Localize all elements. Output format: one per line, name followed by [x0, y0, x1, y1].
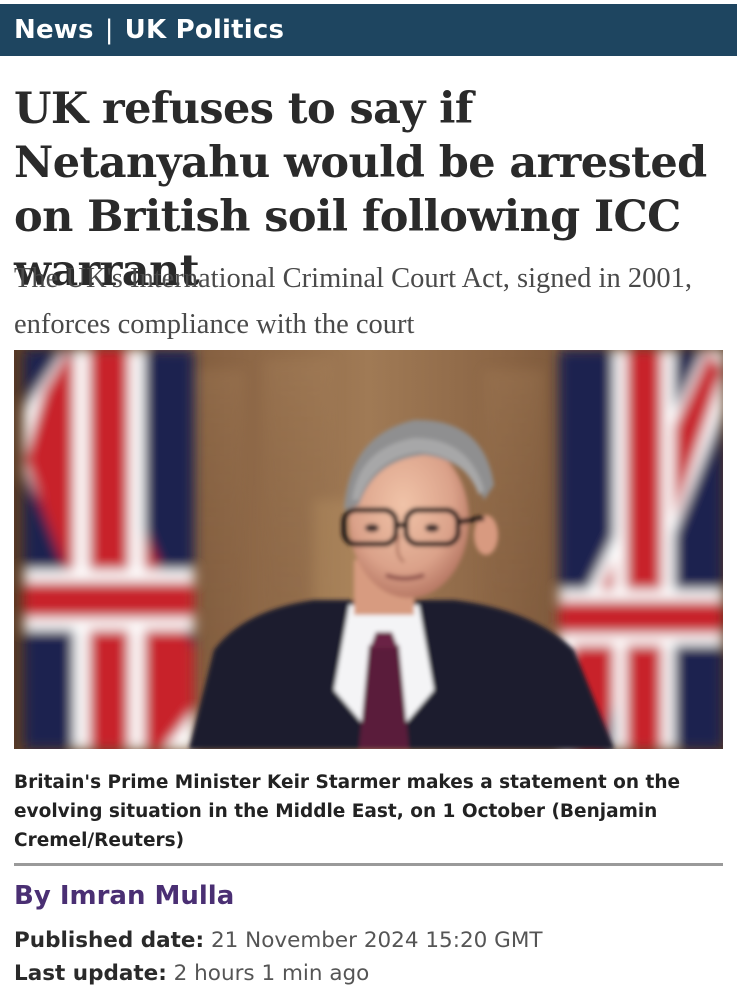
hero-photo-illustration	[14, 350, 723, 749]
article-hero-image	[14, 350, 723, 749]
last-update-value: 2 hours 1 min ago	[173, 961, 370, 986]
section-news-link[interactable]: News	[14, 15, 94, 45]
author-byline: By Imran Mulla	[14, 878, 234, 914]
section-uk-politics-link[interactable]: UK Politics	[125, 15, 284, 45]
last-update: Last update: 2 hours 1 min ago	[14, 958, 369, 990]
article-standfirst: The UK's International Criminal Court Ac…	[14, 263, 692, 340]
published-date-value: 21 November 2024 15:20 GMT	[210, 928, 543, 953]
byline-divider	[14, 863, 723, 866]
published-date: Published date: 21 November 2024 15:20 G…	[14, 925, 543, 957]
published-date-label: Published date:	[14, 928, 205, 953]
last-update-label: Last update:	[14, 961, 167, 986]
left-flag	[24, 350, 194, 749]
image-caption: Britain's Prime Minister Keir Starmer ma…	[14, 772, 681, 851]
breadcrumb-separator: |	[104, 15, 114, 45]
section-breadcrumb: News | UK Politics	[0, 0, 737, 56]
author-link[interactable]: By Imran Mulla	[14, 881, 234, 911]
